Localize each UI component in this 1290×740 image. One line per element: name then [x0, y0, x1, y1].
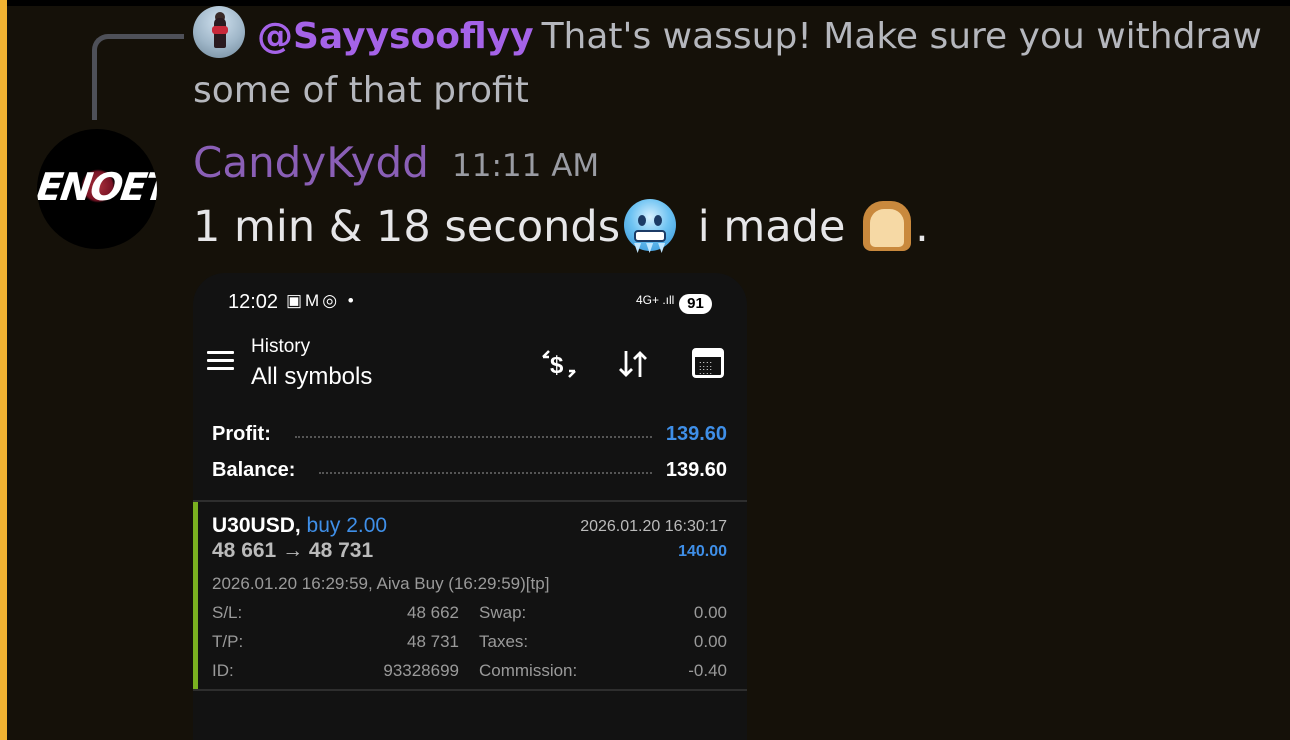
status-time: 12:02 — [228, 291, 279, 313]
message-username[interactable]: CandyKydd — [193, 135, 429, 191]
svg-text:$: $ — [550, 352, 564, 379]
sl-value: 48 662 — [407, 603, 459, 622]
divider — [193, 689, 747, 691]
taxes-label: Taxes: — [479, 632, 529, 651]
currency-exchange-icon: $ — [540, 347, 578, 388]
history-subtitle: History — [251, 336, 311, 357]
reply-preview[interactable]: @Sayysooflyy That's wassup! Make sure you… — [193, 10, 1263, 118]
menu-icon — [207, 351, 234, 371]
trade-prices: 48 661 → 48 731 — [212, 539, 374, 562]
avatar-logo-text: ENOETI — [37, 165, 157, 209]
message-text-3: . — [915, 202, 929, 252]
reply-mention[interactable]: @Sayysooflyy — [257, 16, 534, 57]
message-text-2: i made — [684, 202, 860, 252]
id-label: ID: — [212, 661, 234, 680]
message-timestamp[interactable]: 11:11 AM — [452, 147, 599, 185]
image-attachment[interactable]: 12:02 ▣M◎ • 4G+ .ıll 91 History All symb… — [193, 273, 747, 740]
trade-close-time: 2026.01.20 16:30:17 — [580, 518, 727, 535]
commission-label: Commission: — [479, 661, 578, 680]
signal-icon: 4G+ .ıll — [636, 293, 675, 307]
balance-value: 139.60 — [665, 458, 727, 481]
profit-label: Profit: — [212, 422, 271, 445]
profit-row: Profit: 139.60 — [212, 422, 727, 446]
history-title: All symbols — [251, 363, 373, 390]
chat-window: @Sayysooflyy That's wassup! Make sure you… — [0, 0, 1290, 740]
trade-comment: 2026.01.20 16:29:59, Aiva Buy (16:29:59)… — [212, 574, 550, 593]
trade-profit: 140.00 — [678, 543, 727, 560]
balance-row: Balance: 139.60 — [212, 458, 727, 482]
highlight-accent-bar — [0, 0, 7, 740]
sort-icon — [616, 347, 652, 388]
profit-value: 139.60 — [665, 422, 727, 445]
calendar-icon: :::::::: — [692, 348, 724, 378]
user-avatar[interactable]: ENOETI — [37, 129, 157, 249]
message-text-1: 1 min & 18 seconds — [193, 202, 621, 252]
reply-connector — [92, 34, 184, 120]
swap-value: 0.00 — [693, 603, 727, 622]
trade-symbol-name: U30USD, — [212, 514, 301, 537]
dot-leader — [319, 472, 652, 474]
battery-icon: 91 — [679, 294, 712, 314]
taxes-value: 0.00 — [693, 632, 727, 651]
cold-face-emoji[interactable] — [622, 197, 678, 253]
id-value: 93328699 — [383, 661, 459, 680]
swap-label: Swap: — [479, 603, 527, 622]
trade-indicator-bar — [193, 502, 198, 691]
bread-emoji[interactable] — [859, 197, 915, 253]
tp-label: T/P: — [212, 632, 244, 651]
tp-value: 48 731 — [407, 632, 459, 651]
trade-symbol: U30USD, buy 2.00 — [212, 514, 387, 538]
balance-label: Balance: — [212, 458, 296, 481]
dot-leader — [294, 436, 652, 438]
message-content: 1 min & 18 seconds i made . — [193, 197, 929, 257]
trade-side: buy 2.00 — [306, 514, 388, 537]
notification-icons: ▣M◎ • — [286, 291, 357, 310]
top-strip — [0, 0, 1290, 6]
commission-value: -0.40 — [688, 661, 727, 680]
trade-row: U30USD, buy 2.00 48 661 → 48 731 2026.01… — [193, 502, 747, 691]
sl-label: S/L: — [212, 603, 243, 622]
